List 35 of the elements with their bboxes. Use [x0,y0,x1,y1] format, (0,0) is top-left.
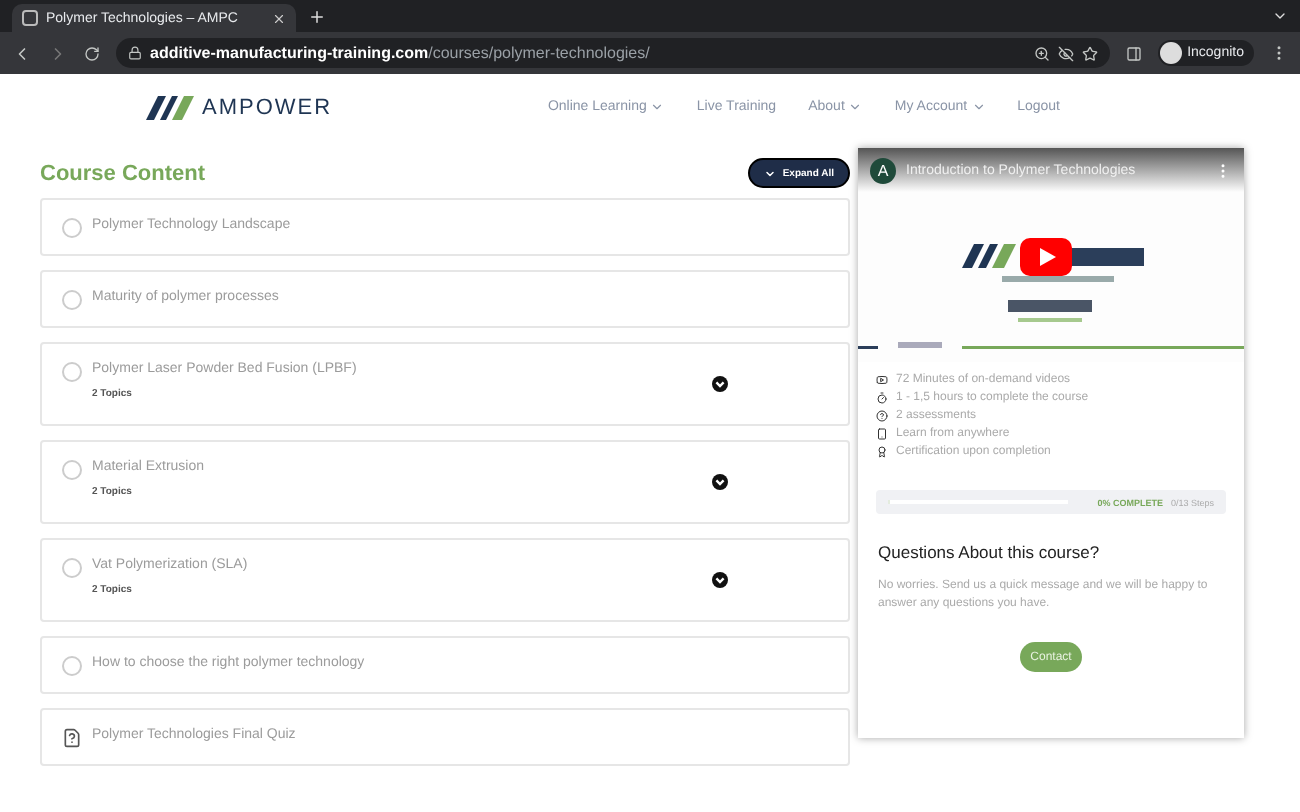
timer-icon [876,392,888,404]
play-icon[interactable] [1020,238,1072,276]
status-circle [62,558,82,578]
star-icon[interactable] [1081,45,1098,61]
new-tab-icon[interactable] [308,7,326,25]
address-bar[interactable]: additive-manufacturing-training.com/courses/polymer-technologies/ [116,38,1110,68]
mobile-icon [876,428,888,440]
zoom-icon[interactable] [1033,45,1050,61]
expand-icon[interactable] [712,474,728,490]
side-panel-icon[interactable] [1125,45,1142,61]
status-circle [62,290,82,310]
favicon-icon [22,10,38,26]
video-icon [876,374,888,386]
status-circle [62,362,82,382]
close-icon[interactable] [272,11,286,25]
section-title: Course Content [40,161,205,185]
eye-off-icon[interactable] [1057,45,1074,61]
url-path: /courses/polymer-technologies/ [428,44,650,62]
expand-icon[interactable] [712,376,728,392]
question-icon [876,410,888,422]
avatar-icon [1159,42,1182,64]
status-circle [62,460,82,480]
site-logo[interactable]: AMPOWER [202,95,333,119]
lock-icon [128,46,142,60]
status-circle [62,656,82,676]
expand-icon[interactable] [712,572,728,588]
chevron-icon [764,167,777,179]
badge-icon [876,446,888,458]
url-domain: additive-manufacturing-training.com [150,44,429,62]
quiz-icon [62,728,82,748]
questions-heading: Questions About this course? [878,542,1102,562]
logo-icon [146,95,194,119]
reload-icon[interactable] [84,45,100,61]
tab-search-icon[interactable] [1272,8,1288,24]
status-circle [62,218,82,238]
